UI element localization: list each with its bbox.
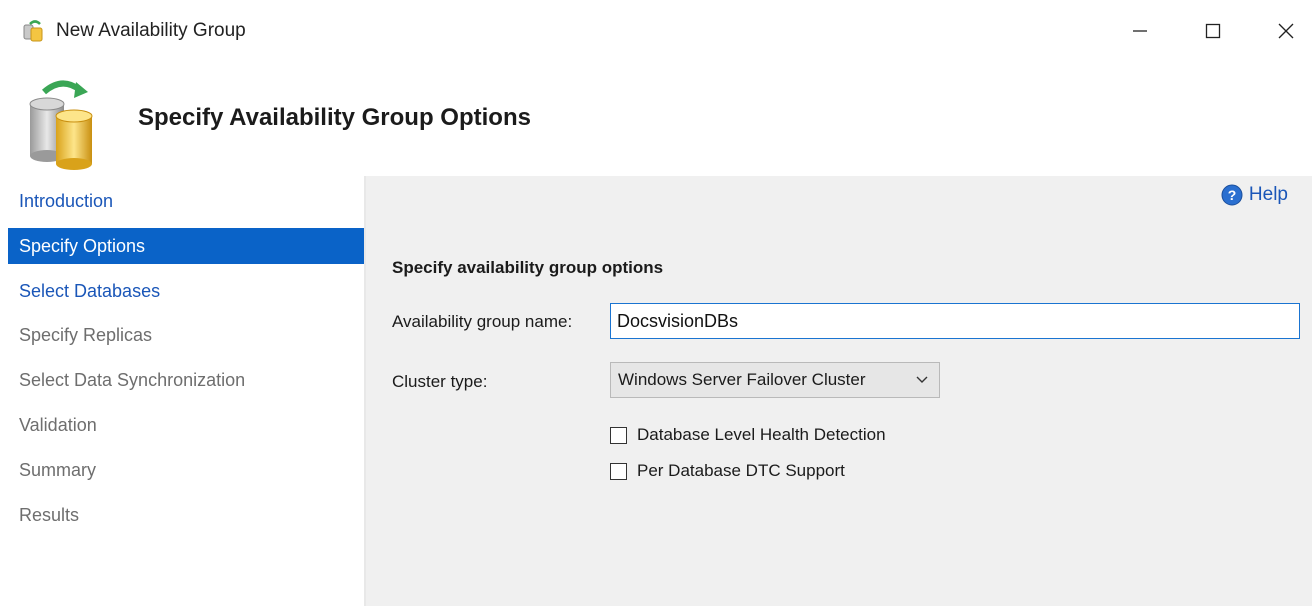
options-panel: ? Help Specify availability group option… xyxy=(366,176,1312,606)
database-level-health-detection-label: Database Level Health Detection xyxy=(637,425,886,444)
minimize-button[interactable] xyxy=(1117,10,1163,52)
per-database-dtc-support-option[interactable]: Per Database DTC Support xyxy=(610,461,845,481)
database-availability-icon xyxy=(29,80,93,170)
close-button[interactable] xyxy=(1263,10,1309,52)
maximize-button[interactable] xyxy=(1190,10,1236,52)
chevron-down-icon xyxy=(916,376,928,383)
wizard-steps-sidebar: Introduction Specify Options Select Data… xyxy=(8,176,364,606)
sidebar-item-summary: Summary xyxy=(19,460,97,480)
sidebar-item-specify-options[interactable]: Specify Options xyxy=(8,228,364,264)
sidebar-item-select-databases[interactable]: Select Databases xyxy=(8,273,364,309)
cluster-type-dropdown[interactable]: Windows Server Failover Cluster xyxy=(610,362,940,398)
sidebar-item-results: Results xyxy=(19,505,80,525)
section-title: Specify availability group options xyxy=(392,258,664,277)
sidebar-item-select-data-synchronization: Select Data Synchronization xyxy=(19,370,246,390)
per-database-dtc-support-label: Per Database DTC Support xyxy=(637,461,845,480)
database-level-health-detection-option[interactable]: Database Level Health Detection xyxy=(610,425,886,445)
sidebar-item-validation: Validation xyxy=(19,415,97,435)
sidebar-item-specify-replicas: Specify Replicas xyxy=(19,325,153,345)
cluster-type-label: Cluster type: xyxy=(392,372,488,391)
per-database-dtc-support-checkbox[interactable] xyxy=(610,462,627,480)
help-link[interactable]: ? Help xyxy=(1221,184,1288,206)
database-level-health-detection-checkbox[interactable] xyxy=(610,426,627,444)
help-icon: ? xyxy=(1221,184,1243,206)
availability-group-name-label: Availability group name: xyxy=(392,312,573,331)
window-title: New Availability Group xyxy=(56,20,246,41)
minimize-icon xyxy=(1133,30,1147,32)
svg-text:?: ? xyxy=(1228,187,1237,203)
cluster-type-value: Windows Server Failover Cluster xyxy=(618,370,866,389)
maximize-icon xyxy=(1205,23,1221,39)
help-label: Help xyxy=(1248,184,1288,205)
window-title-bar: New Availability Group xyxy=(0,0,1312,64)
close-icon xyxy=(1278,23,1294,39)
availability-group-app-icon xyxy=(23,20,43,42)
sidebar-item-introduction[interactable]: Introduction xyxy=(8,183,364,219)
page-title: Specify Availability Group Options xyxy=(138,104,531,131)
availability-group-name-input[interactable] xyxy=(610,303,1300,339)
wizard-header: Specify Availability Group Options xyxy=(0,64,1312,176)
